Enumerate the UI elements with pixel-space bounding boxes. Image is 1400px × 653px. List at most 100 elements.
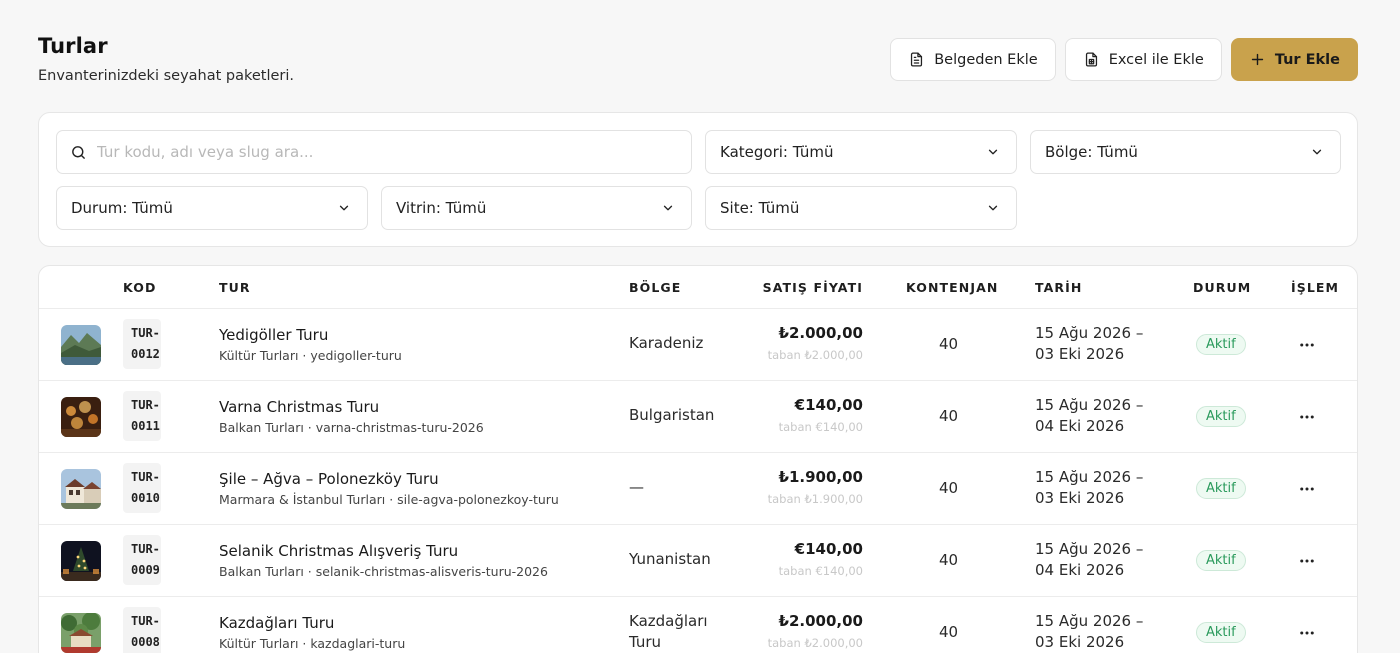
status-badge: Aktif <box>1196 406 1246 427</box>
tour-code: TUR- 0009 <box>123 535 161 585</box>
table-row[interactable]: TUR- 0009 Selanik Christmas Alışveriş Tur… <box>39 525 1357 597</box>
filter-panel: Kategori: Tümü Bölge: Tümü Durum: Tümü V… <box>38 112 1358 247</box>
base-price: taban €140,00 <box>778 420 863 434</box>
tour-thumbnail[interactable] <box>61 541 101 581</box>
add-from-document-button[interactable]: Belgeden Ekle <box>890 38 1056 81</box>
chevron-down-icon <box>663 205 673 211</box>
tour-name[interactable]: Varna Christmas Turu <box>219 398 379 416</box>
search-icon <box>72 146 85 159</box>
tour-dates: 15 Ağu 2026 –03 Eki 2026 <box>1035 324 1144 363</box>
tour-name[interactable]: Yedigöller Turu <box>219 326 328 344</box>
status-select-value: Durum: Tümü <box>71 199 173 217</box>
column-header-region[interactable]: BÖLGE <box>629 280 681 295</box>
base-price: taban ₺1.900,00 <box>767 492 863 506</box>
tour-code: TUR- 0008 <box>123 607 161 653</box>
region-select[interactable]: Bölge: Tümü <box>1030 130 1341 174</box>
tour-region: Yunanistan <box>629 550 711 568</box>
tour-code: TUR- 0012 <box>123 319 161 369</box>
tour-name[interactable]: Şile – Ağva – Polonezköy Turu <box>219 470 439 488</box>
add-tour-button[interactable]: Tur Ekle <box>1230 38 1358 81</box>
tour-dates: 15 Ağu 2026 –03 Eki 2026 <box>1035 612 1144 651</box>
tour-region: Kazdağları Turu <box>629 612 708 651</box>
more-horizontal-icon[interactable] <box>1298 408 1316 426</box>
status-badge: Aktif <box>1196 478 1246 499</box>
table-row[interactable]: TUR- 0011 Varna Christmas Turu Balkan Tur… <box>39 381 1357 453</box>
tour-name[interactable]: Kazdağları Turu <box>219 614 334 632</box>
chevron-down-icon <box>1312 149 1322 155</box>
tour-code: TUR- 0010 <box>123 463 161 513</box>
tours-table: KOD TUR BÖLGE SATIŞ FİYATI KONTENJAN TAR… <box>38 265 1358 653</box>
tour-dates: 15 Ağu 2026 –03 Eki 2026 <box>1035 468 1144 507</box>
table-row[interactable]: TUR- 0012 Yedigöller Turu Kültür Turları … <box>39 309 1357 381</box>
column-header-price[interactable]: SATIŞ FİYATI <box>763 280 863 295</box>
tour-category-slug: Balkan Turları · selanik-christmas-alisv… <box>219 564 548 579</box>
tour-region: — <box>629 478 644 496</box>
quota: 40 <box>939 623 959 641</box>
site-select[interactable]: Site: Tümü <box>705 186 1017 230</box>
page-title: Turlar <box>38 34 108 58</box>
sale-price: €140,00 <box>794 540 863 558</box>
tour-thumbnail[interactable] <box>61 613 101 653</box>
category-select[interactable]: Kategori: Tümü <box>705 130 1017 174</box>
region-select-value: Bölge: Tümü <box>1045 143 1138 161</box>
column-header-status[interactable]: DURUM <box>1193 280 1251 295</box>
site-select-value: Site: Tümü <box>720 199 800 217</box>
tour-name[interactable]: Selanik Christmas Alışveriş Turu <box>219 542 458 560</box>
search-input[interactable] <box>97 143 677 161</box>
table-row[interactable]: TUR- 0010 Şile – Ağva – Polonezköy Turu M… <box>39 453 1357 525</box>
sale-price: ₺2.000,00 <box>778 612 863 630</box>
page-header: Turlar Envanterinizdeki seyahat paketler… <box>38 34 294 84</box>
more-horizontal-icon[interactable] <box>1298 336 1316 354</box>
tour-category-slug: Kültür Turları · yedigoller-turu <box>219 348 402 363</box>
tour-category-slug: Balkan Turları · varna-christmas-turu-20… <box>219 420 484 435</box>
showcase-select-value: Vitrin: Tümü <box>396 199 487 217</box>
add-from-excel-label: Excel ile Ekle <box>1108 51 1204 68</box>
base-price: taban €140,00 <box>778 564 863 578</box>
header-actions: Belgeden Ekle Excel ile Ekle Tur Ekle <box>890 38 1358 81</box>
plus-icon <box>1251 53 1263 66</box>
showcase-select[interactable]: Vitrin: Tümü <box>381 186 692 230</box>
tour-category-slug: Kültür Turları · kazdaglari-turu <box>219 636 406 651</box>
document-icon <box>911 52 923 67</box>
search-field[interactable] <box>56 130 692 174</box>
tour-category-slug: Marmara & İstanbul Turları · sile-agva-p… <box>219 492 559 507</box>
tour-thumbnail[interactable] <box>61 469 101 509</box>
tour-code: TUR- 0011 <box>123 391 161 441</box>
column-header-action: İŞLEM <box>1291 280 1340 295</box>
add-from-excel-button[interactable]: Excel ile Ekle <box>1064 38 1222 81</box>
add-tour-label: Tur Ekle <box>1274 51 1340 68</box>
more-horizontal-icon[interactable] <box>1298 552 1316 570</box>
tour-thumbnail[interactable] <box>61 397 101 437</box>
spreadsheet-file-icon <box>1085 52 1097 67</box>
tour-region: Karadeniz <box>629 334 704 352</box>
page-subtitle: Envanterinizdeki seyahat paketleri. <box>38 68 295 84</box>
base-price: taban ₺2.000,00 <box>767 636 863 650</box>
table-row[interactable]: TUR- 0008 Kazdağları Turu Kültür Turları … <box>39 597 1357 653</box>
tour-thumbnail[interactable] <box>61 325 101 365</box>
chevron-down-icon <box>339 205 349 211</box>
chevron-down-icon <box>988 149 998 155</box>
sale-price: ₺1.900,00 <box>778 468 863 486</box>
more-horizontal-icon[interactable] <box>1298 480 1316 498</box>
column-header-code[interactable]: KOD <box>123 280 156 295</box>
sale-price: €140,00 <box>794 396 863 414</box>
status-select[interactable]: Durum: Tümü <box>56 186 368 230</box>
column-header-tour[interactable]: TUR <box>219 280 251 295</box>
tour-region: Bulgaristan <box>629 406 715 424</box>
add-from-document-label: Belgeden Ekle <box>934 51 1038 68</box>
category-select-value: Kategori: Tümü <box>720 143 834 161</box>
base-price: taban ₺2.000,00 <box>767 348 863 362</box>
quota: 40 <box>939 479 959 497</box>
chevron-down-icon <box>988 205 998 211</box>
quota: 40 <box>939 407 959 425</box>
quota: 40 <box>939 551 959 569</box>
column-header-quota[interactable]: KONTENJAN <box>906 280 998 295</box>
more-horizontal-icon[interactable] <box>1298 624 1316 642</box>
tour-dates: 15 Ağu 2026 –04 Eki 2026 <box>1035 540 1144 579</box>
sale-price: ₺2.000,00 <box>778 324 863 342</box>
status-badge: Aktif <box>1196 622 1246 643</box>
column-header-date[interactable]: TARİH <box>1035 280 1082 295</box>
tour-dates: 15 Ağu 2026 –04 Eki 2026 <box>1035 396 1144 435</box>
quota: 40 <box>939 335 959 353</box>
status-badge: Aktif <box>1196 334 1246 355</box>
